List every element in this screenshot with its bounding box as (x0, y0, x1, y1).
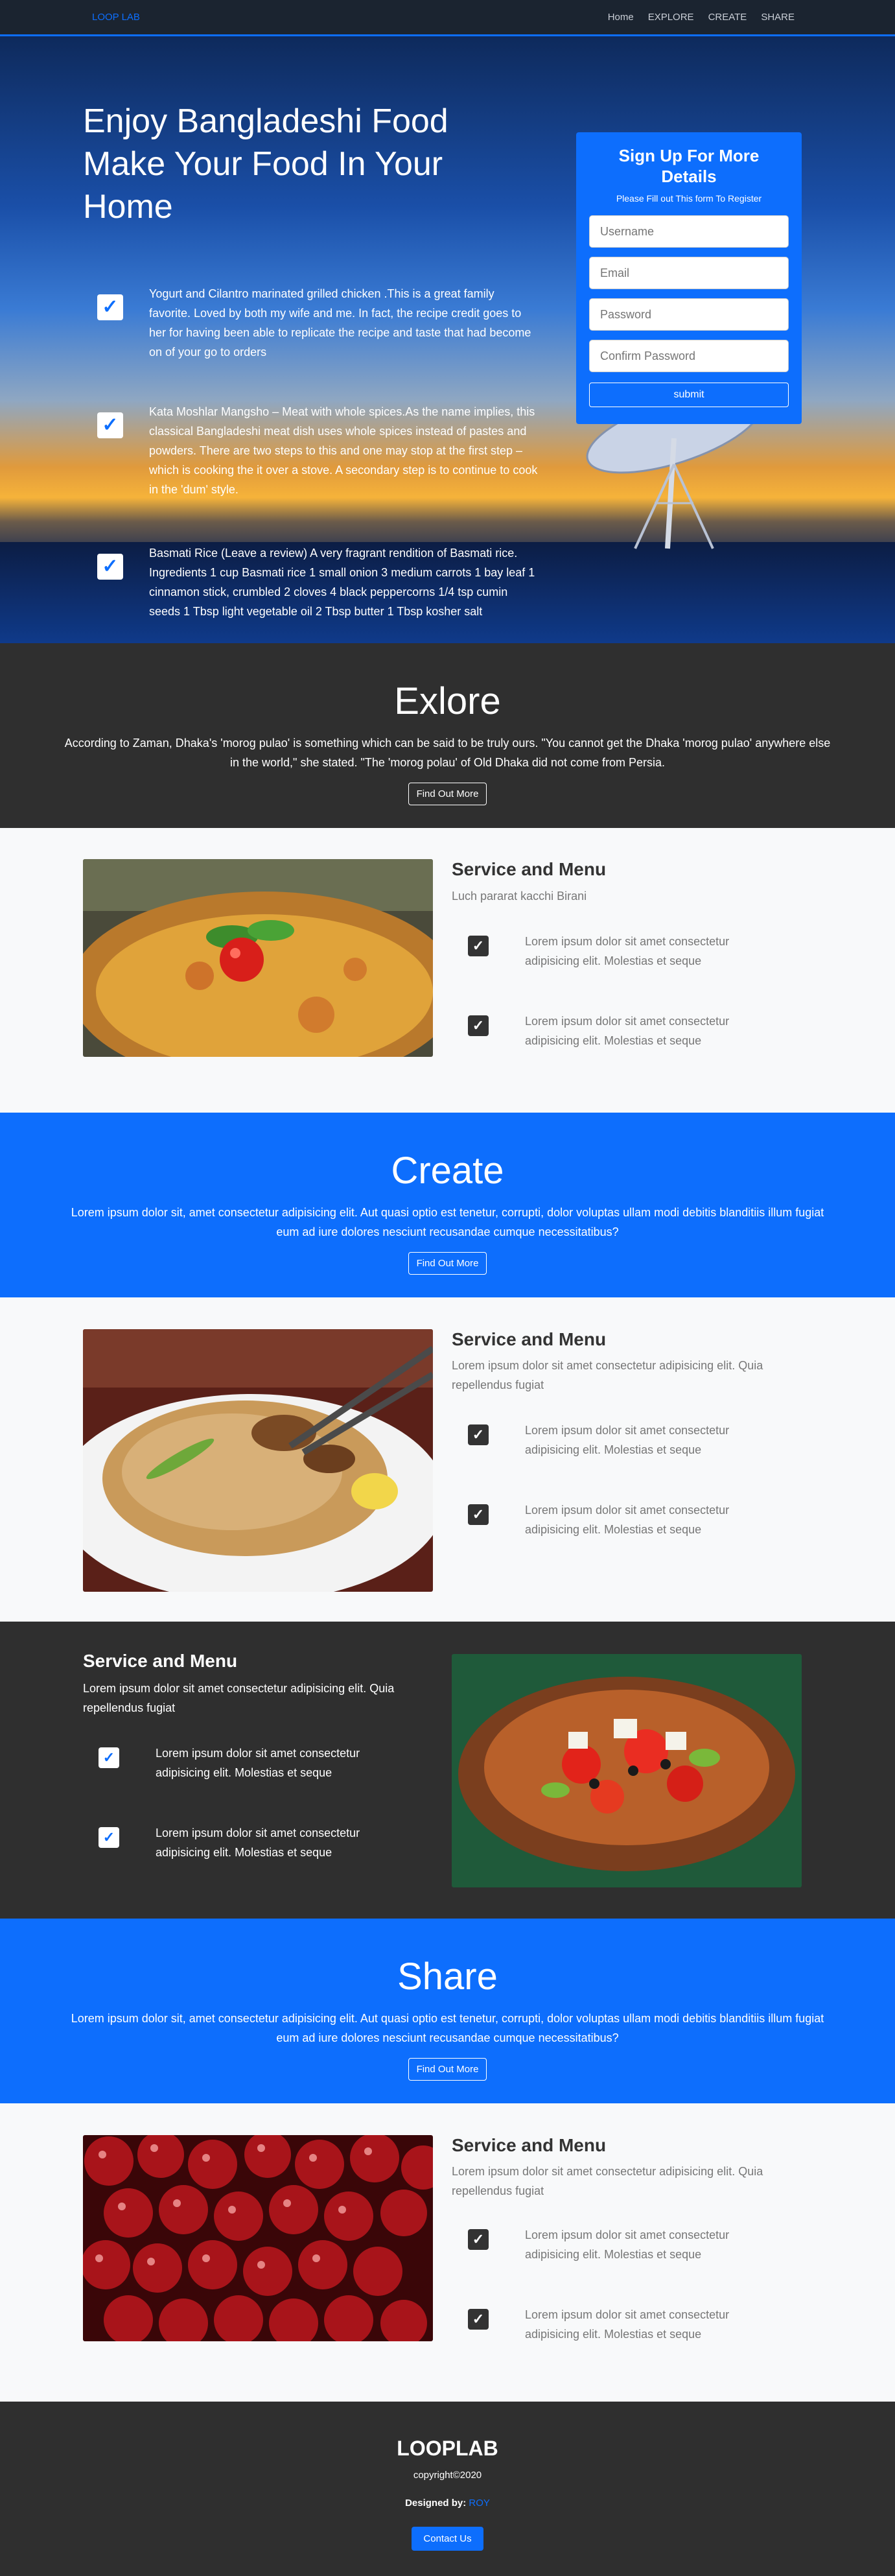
check-icon: ✓ (468, 936, 489, 956)
explore-title: Exlore (394, 680, 501, 722)
service-item-text: Lorem ipsum dolor sit amet consectetur a… (525, 1504, 730, 1536)
check-icon: ✓ (468, 1424, 489, 1445)
check-icon: ✓ (97, 294, 123, 320)
password-field[interactable] (589, 298, 789, 331)
check-icon: ✓ (99, 1827, 119, 1848)
nav-link-home[interactable]: Home (608, 12, 634, 23)
check-icon: ✓ (468, 2309, 489, 2330)
service-section-1: Service and Menu Luch pararat kacchi Bir… (0, 828, 895, 1113)
find-out-more-button[interactable]: Find Out More (408, 783, 487, 805)
service-item: ✓ Lorem ipsum dolor sit amet consectetur… (468, 1421, 752, 1459)
service-title: Service and Menu (452, 2135, 607, 2155)
nav-links: Home EXPLORE CREATE SHARE (608, 12, 795, 23)
hero-title-line3: Home (83, 188, 173, 226)
hero-feature-item: ✓ Kata Moshlar Mangsho – Meat with whole… (97, 402, 538, 499)
designed-by: Designed by: ROY (405, 2498, 490, 2509)
username-field[interactable] (589, 215, 789, 248)
hero-title: Enjoy Bangladeshi Food Make Your Food In… (83, 100, 448, 228)
nav-link-create[interactable]: CREATE (708, 12, 747, 23)
email-field[interactable] (589, 257, 789, 289)
service-lead: Luch pararat kacchi Birani (452, 890, 587, 903)
share-title: Share (397, 1956, 498, 1998)
hero-feature-text: Yogurt and Cilantro marinated grilled ch… (149, 287, 531, 359)
check-icon: ✓ (468, 1015, 489, 1036)
service-item: ✓ Lorem ipsum dolor sit amet consectetur… (99, 1823, 382, 1862)
share-section: Share Lorem ipsum dolor sit, amet consec… (0, 1919, 895, 2103)
hero-feature-text: Kata Moshlar Mangsho – Meat with whole s… (149, 405, 538, 496)
service-item-text: Lorem ipsum dolor sit amet consectetur a… (156, 1826, 360, 1859)
hero-title-line2: Make Your Food In Your (83, 145, 443, 183)
service-item-text: Lorem ipsum dolor sit amet consectetur a… (525, 1015, 730, 1047)
service-title: Service and Menu (452, 1329, 607, 1349)
share-text: Lorem ipsum dolor sit, amet consectetur … (71, 2012, 824, 2044)
service-item: ✓ Lorem ipsum dolor sit amet consectetur… (468, 2225, 752, 2264)
service-item-text: Lorem ipsum dolor sit amet consectetur a… (525, 1424, 730, 1456)
check-icon: ✓ (468, 1504, 489, 1525)
service-item: ✓ Lorem ipsum dolor sit amet consectetur… (99, 1743, 382, 1782)
footer-brand: LOOPLAB (397, 2437, 498, 2460)
service-item-text: Lorem ipsum dolor sit amet consectetur a… (156, 1747, 360, 1779)
service-lead: Lorem ipsum dolor sit amet consectetur a… (452, 1359, 763, 1391)
check-icon: ✓ (468, 2229, 489, 2250)
service-title: Service and Menu (452, 859, 607, 879)
signup-form: Sign Up For More Details Please Fill out… (576, 132, 802, 424)
nav-link-share[interactable]: SHARE (761, 12, 795, 23)
explore-section: Exlore According to Zaman, Dhaka's 'moro… (0, 643, 895, 828)
hero-section: Enjoy Bangladeshi Food Make Your Food In… (0, 36, 895, 643)
create-title: Create (391, 1150, 504, 1192)
service-lead: Lorem ipsum dolor sit amet consectetur a… (83, 1682, 395, 1714)
hero-feature-item: ✓ Yogurt and Cilantro marinated grilled … (97, 284, 538, 362)
find-out-more-button[interactable]: Find Out More (408, 2058, 487, 2081)
noodles-image (83, 1329, 433, 1592)
service-item: ✓ Lorem ipsum dolor sit amet consectetur… (468, 2305, 752, 2344)
check-icon: ✓ (99, 1747, 119, 1768)
footer: LOOPLAB copyright©2020 Designed by: ROY … (0, 2402, 895, 2576)
brand-logo[interactable]: LOOP LAB (92, 12, 140, 23)
service-item-text: Lorem ipsum dolor sit amet consectetur a… (525, 2308, 730, 2341)
confirm-password-field[interactable] (589, 340, 789, 372)
pizza-image (83, 859, 433, 1057)
service-section-2: Service and Menu Lorem ipsum dolor sit a… (0, 1297, 895, 1622)
service-item: ✓ Lorem ipsum dolor sit amet consectetur… (468, 932, 752, 971)
service-item-text: Lorem ipsum dolor sit amet consectetur a… (525, 935, 730, 967)
salad-image (452, 1654, 802, 1887)
explore-text: According to Zaman, Dhaka's 'morog pulao… (64, 737, 831, 769)
submit-button[interactable]: submit (589, 383, 789, 407)
service-section-3: Service and Menu Lorem ipsum dolor sit a… (0, 1622, 895, 1919)
hero-title-line1: Enjoy Bangladeshi Food (83, 102, 448, 140)
cherries-image (83, 2135, 433, 2341)
hero-feature-text: Basmati Rice (Leave a review) A very fra… (149, 547, 535, 618)
create-section: Create Lorem ipsum dolor sit, amet conse… (0, 1113, 895, 1297)
nav-link-explore[interactable]: EXPLORE (648, 12, 694, 23)
service-item-text: Lorem ipsum dolor sit amet consectetur a… (525, 2228, 730, 2261)
copyright-text: copyright©2020 (413, 2470, 482, 2481)
check-icon: ✓ (97, 412, 123, 438)
create-text: Lorem ipsum dolor sit, amet consectetur … (71, 1206, 824, 1238)
service-lead: Lorem ipsum dolor sit amet consectetur a… (452, 2165, 763, 2197)
signup-title: Sign Up For More Details (618, 146, 760, 186)
designer-link[interactable]: ROY (469, 2498, 490, 2509)
find-out-more-button[interactable]: Find Out More (408, 1252, 487, 1275)
navbar: LOOP LAB Home EXPLORE CREATE SHARE (0, 0, 895, 36)
service-title: Service and Menu (83, 1651, 238, 1671)
hero-feature-item: ✓ Basmati Rice (Leave a review) A very f… (97, 543, 538, 621)
contact-us-button[interactable]: Contact Us (412, 2527, 483, 2551)
service-item: ✓ Lorem ipsum dolor sit amet consectetur… (468, 1500, 752, 1539)
service-section-4: Service and Menu Lorem ipsum dolor sit a… (0, 2103, 895, 2402)
signup-subtitle: Please Fill out This form To Register (616, 193, 762, 204)
service-item: ✓ Lorem ipsum dolor sit amet consectetur… (468, 1011, 752, 1050)
check-icon: ✓ (97, 554, 123, 580)
